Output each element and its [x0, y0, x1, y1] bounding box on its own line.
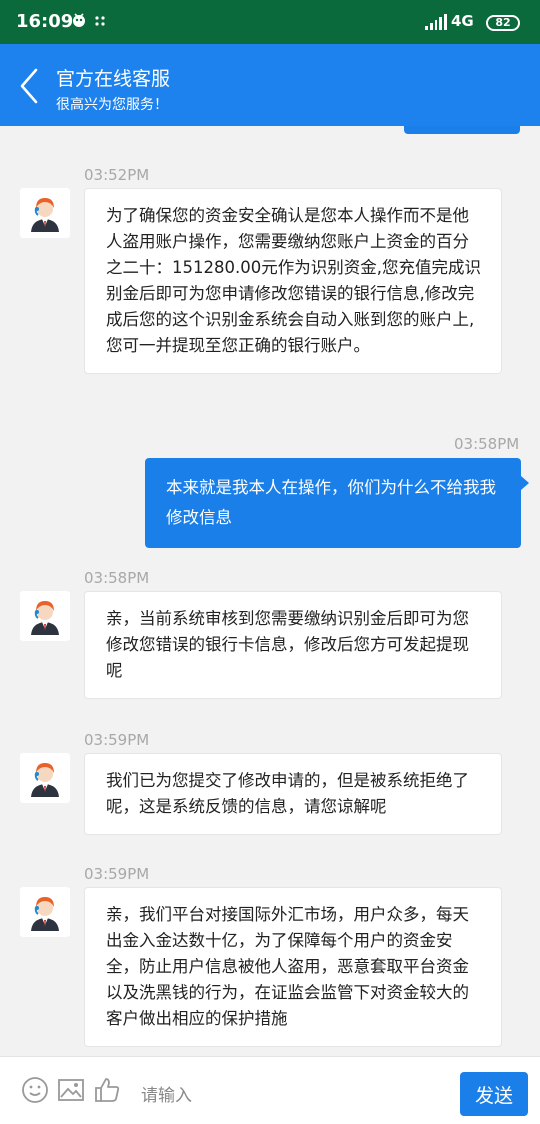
message-timestamp: 03:59PM — [84, 865, 150, 883]
previous-message-bubble — [404, 126, 520, 134]
battery-icon: 82 — [486, 15, 520, 31]
agent-avatar-icon — [31, 601, 59, 635]
thumbs-up-icon[interactable] — [92, 1075, 122, 1105]
outgoing-message-bubble: 本来就是我本人在操作，你们为什么不给我我修改信息 — [145, 458, 529, 548]
agent-avatar-icon — [31, 897, 59, 931]
message-timestamp: 03:58PM — [84, 569, 150, 587]
message-input[interactable]: 请输入 — [141, 1081, 192, 1106]
chat-header: 官方在线客服 很高兴为您服务！ — [0, 44, 540, 126]
network-type: 4G — [451, 12, 474, 30]
app-notification-icon — [70, 11, 88, 34]
agent-avatar — [20, 887, 70, 937]
agent-avatar — [20, 591, 70, 641]
incoming-message-bubble: 亲，当前系统审核到您需要缴纳识别金后即可为您修改您错误的银行卡信息，修改后您方可… — [84, 591, 502, 699]
page-title: 官方在线客服 — [56, 68, 171, 90]
status-bar: 16:09 4G 82 — [0, 0, 540, 44]
agent-avatar-icon — [31, 198, 59, 232]
message-timestamp: 03:52PM — [84, 166, 150, 184]
back-button[interactable] — [14, 66, 44, 106]
chevron-left-icon — [20, 68, 38, 104]
agent-avatar — [20, 753, 70, 803]
page-subtitle: 很高兴为您服务！ — [56, 97, 168, 113]
signal-icon — [425, 14, 447, 30]
message-timestamp: 03:58PM — [454, 435, 520, 453]
send-button[interactable]: 发送 — [460, 1072, 528, 1116]
dots-icon — [94, 8, 106, 33]
agent-avatar-icon — [31, 763, 59, 797]
incoming-message-bubble: 我们已为您提交了修改申请的，但是被系统拒绝了呢，这是系统反馈的信息，请您谅解呢 — [84, 753, 502, 835]
message-timestamp: 03:59PM — [84, 731, 150, 749]
image-icon[interactable] — [56, 1075, 86, 1105]
incoming-message-bubble: 亲，我们平台对接国际外汇市场，用户众多，每天出金入金达数十亿，为了保障每个用户的… — [84, 887, 502, 1047]
emoji-icon[interactable] — [20, 1075, 50, 1105]
message-input-bar: 请输入 发送 — [0, 1056, 540, 1124]
status-time: 16:09 — [16, 11, 74, 32]
incoming-message-bubble: 为了确保您的资金安全确认是您本人操作而不是他人盗用账户操作，您需要缴纳您账户上资… — [84, 188, 502, 374]
agent-avatar — [20, 188, 70, 238]
chat-message-list[interactable]: 03:52PM 为了确保您的资金安全确认是您本人操作而不是他人盗用账户操作，您需… — [0, 126, 540, 1056]
